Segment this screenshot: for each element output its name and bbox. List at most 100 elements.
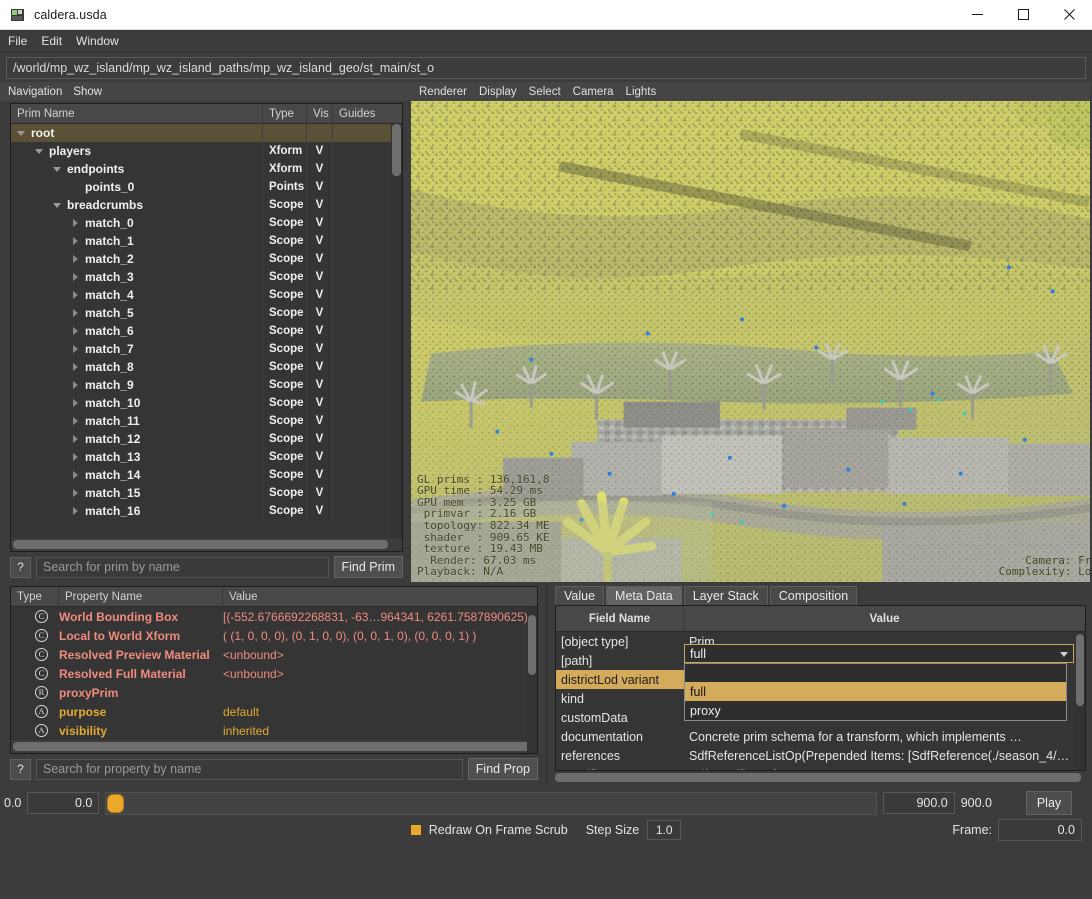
tree-row[interactable]: match_2ScopeV — [11, 250, 402, 268]
tree-header-prim-name[interactable]: Prim Name — [11, 104, 263, 123]
menu-item-window[interactable]: Window — [76, 34, 119, 48]
tree-row[interactable]: match_4ScopeV — [11, 286, 402, 304]
property-header-type[interactable]: Type — [11, 587, 59, 606]
menu-item-camera[interactable]: Camera — [573, 86, 614, 98]
metadata-row[interactable]: referencesSdfReferenceListOp(Prepended I… — [556, 746, 1085, 765]
tree-row[interactable]: match_9ScopeV — [11, 376, 402, 394]
tree-hscroll-thumb[interactable] — [13, 540, 388, 549]
chevron-right-icon[interactable] — [71, 363, 80, 372]
metadata-vscroll-thumb[interactable] — [1076, 634, 1084, 706]
metadata-horizontal-scrollbar[interactable] — [547, 771, 1092, 784]
property-row[interactable]: CResolved Full Material<unbound> — [11, 664, 537, 683]
metadata-row[interactable]: specifierSdfSpecifierDef — [556, 765, 1085, 770]
tree-row-vis[interactable]: V — [307, 430, 333, 448]
menu-item-renderer[interactable]: Renderer — [419, 86, 467, 98]
tree-row-vis[interactable]: V — [307, 502, 333, 520]
tree-row[interactable]: match_14ScopeV — [11, 466, 402, 484]
variant-option-proxy[interactable]: proxy — [685, 701, 1066, 720]
tree-row-vis[interactable]: V — [307, 304, 333, 322]
tree-row[interactable]: match_7ScopeV — [11, 340, 402, 358]
chevron-down-icon[interactable] — [53, 165, 62, 174]
chevron-right-icon[interactable] — [71, 381, 80, 390]
tree-row-vis[interactable]: V — [307, 340, 333, 358]
tree-row-vis[interactable]: V — [307, 358, 333, 376]
chevron-right-icon[interactable] — [71, 435, 80, 444]
tree-header-guides[interactable]: Guides — [333, 104, 402, 123]
tree-row-vis[interactable]: V — [307, 178, 333, 196]
tree-row[interactable]: match_5ScopeV — [11, 304, 402, 322]
find-prim-button[interactable]: Find Prim — [334, 556, 403, 578]
menu-item-edit[interactable]: Edit — [41, 34, 62, 48]
tree-row[interactable]: endpointsXformV — [11, 160, 402, 178]
chevron-down-icon[interactable] — [35, 147, 44, 156]
tree-row-vis[interactable]: V — [307, 160, 333, 178]
tree-row-vis[interactable]: V — [307, 448, 333, 466]
tab-layer-stack[interactable]: Layer Stack — [684, 586, 768, 605]
tree-row[interactable]: match_8ScopeV — [11, 358, 402, 376]
step-size-field[interactable]: 1.0 — [647, 820, 681, 840]
tree-row[interactable]: match_0ScopeV — [11, 214, 402, 232]
property-search-input[interactable]: Search for property by name — [36, 759, 463, 780]
property-row[interactable]: CResolved Preview Material<unbound> — [11, 645, 537, 664]
metadata-value-cell[interactable]: Concrete prim schema for a transform, wh… — [684, 730, 1085, 744]
chevron-right-icon[interactable] — [71, 417, 80, 426]
property-row[interactable]: RproxyPrim — [11, 683, 537, 702]
tree-row[interactable]: match_16ScopeV — [11, 502, 402, 520]
minimize-button[interactable] — [954, 0, 1000, 30]
tree-row[interactable]: breadcrumbsScopeV — [11, 196, 402, 214]
metadata-header-field[interactable]: Field Name — [556, 606, 684, 631]
tree-row-vis[interactable]: V — [307, 376, 333, 394]
tree-row-vis[interactable]: V — [307, 394, 333, 412]
menu-item-show[interactable]: Show — [73, 86, 102, 98]
tree-row[interactable]: match_11ScopeV — [11, 412, 402, 430]
tree-row-vis[interactable]: V — [307, 196, 333, 214]
play-button[interactable]: Play — [1026, 791, 1072, 815]
menu-item-lights[interactable]: Lights — [626, 86, 657, 98]
property-row[interactable]: CLocal to World Xform( (1, 0, 0, 0), (0,… — [11, 626, 537, 645]
tree-row-vis[interactable]: V — [307, 268, 333, 286]
tree-row[interactable]: match_12ScopeV — [11, 430, 402, 448]
chevron-right-icon[interactable] — [71, 345, 80, 354]
property-row[interactable]: Apurposedefault — [11, 702, 537, 721]
frame-field[interactable]: 0.0 — [998, 819, 1082, 841]
variant-option-full[interactable]: full — [685, 682, 1066, 701]
property-vscroll-thumb[interactable] — [528, 615, 536, 675]
chevron-right-icon[interactable] — [71, 219, 80, 228]
tree-row[interactable]: match_13ScopeV — [11, 448, 402, 466]
chevron-right-icon[interactable] — [71, 309, 80, 318]
metadata-hscroll-thumb[interactable] — [555, 773, 1081, 782]
tree-row-vis[interactable]: V — [307, 322, 333, 340]
tree-row[interactable]: match_6ScopeV — [11, 322, 402, 340]
menu-item-display[interactable]: Display — [479, 86, 517, 98]
viewport-3d-render[interactable]: GL prims : 136,161,8 GPU time : 54.29 ms… — [411, 101, 1090, 582]
tab-meta-data[interactable]: Meta Data — [606, 586, 682, 605]
tree-row[interactable]: match_3ScopeV — [11, 268, 402, 286]
tab-value[interactable]: Value — [555, 586, 604, 605]
variant-dropdown-list[interactable]: full proxy — [684, 663, 1067, 721]
timeline-start-field[interactable]: 0.0 — [27, 792, 99, 814]
tree-row[interactable]: match_1ScopeV — [11, 232, 402, 250]
timeline-slider-handle[interactable] — [107, 794, 124, 813]
property-search-help-icon[interactable]: ? — [10, 759, 31, 780]
variant-select-combobox[interactable]: full — [684, 644, 1074, 663]
chevron-right-icon[interactable] — [71, 471, 80, 480]
redraw-on-frame-scrub-checkbox[interactable] — [411, 825, 421, 835]
chevron-right-icon[interactable] — [71, 327, 80, 336]
tree-header-type[interactable]: Type — [263, 104, 307, 123]
menu-item-file[interactable]: File — [8, 34, 27, 48]
metadata-header-value[interactable]: Value — [684, 606, 1085, 631]
chevron-down-icon[interactable] — [53, 201, 62, 210]
chevron-right-icon[interactable] — [71, 255, 80, 264]
property-header-value[interactable]: Value — [223, 587, 537, 606]
tree-horizontal-scrollbar[interactable] — [11, 538, 402, 551]
tree-row[interactable]: playersXformV — [11, 142, 402, 160]
prim-search-help-icon[interactable]: ? — [10, 557, 31, 578]
chevron-right-icon[interactable] — [71, 399, 80, 408]
find-prop-button[interactable]: Find Prop — [468, 758, 538, 780]
variant-option-empty[interactable] — [685, 664, 1066, 682]
tree-row-vis[interactable]: V — [307, 484, 333, 502]
tree-row-vis[interactable]: V — [307, 412, 333, 430]
property-row[interactable]: CWorld Bounding Box[(-552.6766692268831,… — [11, 607, 537, 626]
metadata-row[interactable]: documentationConcrete prim schema for a … — [556, 727, 1085, 746]
maximize-button[interactable] — [1000, 0, 1046, 30]
